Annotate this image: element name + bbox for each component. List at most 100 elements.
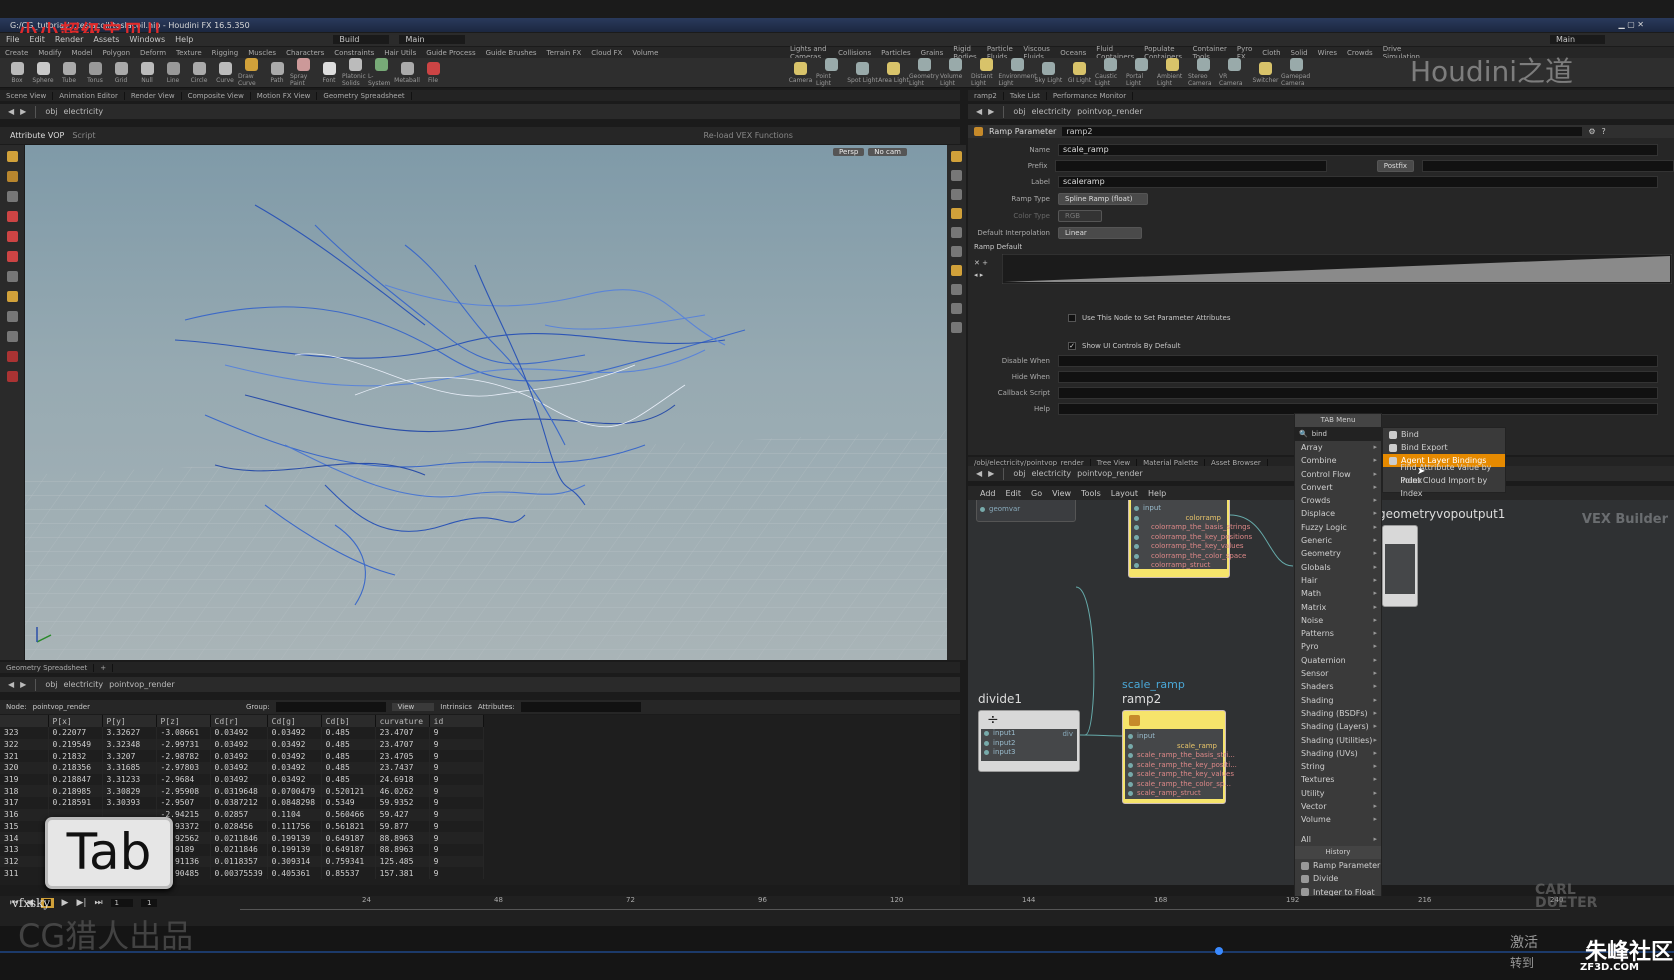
shelf-tool-area-light[interactable]: Area Light <box>878 61 909 84</box>
shelf-tab-oceans[interactable]: Oceans <box>1055 49 1091 57</box>
output-node[interactable] <box>1382 525 1418 607</box>
table-row[interactable]: 319 0.218847 3.31233 -2.9684 0.03492 0.03492 0… <box>0 773 484 786</box>
shelf-tool-line[interactable]: Line <box>160 61 186 84</box>
tab-menu-category-shading-bsdfs[interactable]: Shading (BSDFs) <box>1295 707 1381 721</box>
gear-icon[interactable]: ⚙ <box>1588 127 1595 136</box>
geomvar-output-port[interactable]: geomvar <box>977 505 1075 515</box>
attributes-field[interactable] <box>520 702 641 712</box>
tab-menu-category-volume[interactable]: Volume <box>1295 813 1381 827</box>
persp-menu[interactable]: Persp <box>833 148 865 156</box>
shelf-tool-metaball[interactable]: Metaball <box>394 61 420 84</box>
shelf-tab-modify[interactable]: Modify <box>33 49 66 57</box>
tab-performance-monitor[interactable]: Performance Monitor <box>1047 91 1134 100</box>
ghost-icon[interactable] <box>951 227 962 238</box>
label-field[interactable]: scaleramp <box>1058 176 1658 188</box>
path-pointvop-render[interactable]: pointvop_render <box>1077 107 1143 116</box>
shelf-tool-portal-light[interactable]: Portal Light <box>1126 58 1157 87</box>
callback-field[interactable] <box>1058 387 1658 399</box>
tab-menu-history-divide[interactable]: Divide <box>1295 872 1381 885</box>
tab-menu-category-pyro[interactable]: Pyro <box>1295 640 1381 654</box>
tab-menu-category-generic[interactable]: Generic <box>1295 534 1381 548</box>
help-icon[interactable]: ? <box>1602 127 1606 136</box>
add-tab-icon[interactable]: + <box>94 663 114 672</box>
tab-menu-category-shading-utilities[interactable]: Shading (Utilities) <box>1295 734 1381 748</box>
menu-assets[interactable]: Assets <box>93 35 119 44</box>
tab-geometry-spreadsheet[interactable]: Geometry Spreadsheet <box>0 663 95 672</box>
ramp-port-scale-ramp[interactable]: scale_ramp <box>1125 742 1223 752</box>
tab-menu-history-ramp-parameter[interactable]: Ramp Parameter <box>1295 859 1381 872</box>
prefix-field[interactable] <box>1055 160 1327 172</box>
show-ui-checkbox[interactable]: ✓ <box>1068 342 1076 350</box>
ramp-port-scale-ramp-the-key-values[interactable]: scale_ramp_the_key_values <box>1125 770 1234 780</box>
tab-menu-result-bind-export[interactable]: Bind Export <box>1383 441 1505 454</box>
shelf-tool-switcher[interactable]: Switcher <box>1250 61 1281 84</box>
postfix-field[interactable] <box>1422 160 1674 172</box>
colorramp-port-colorramp-struct[interactable]: colorramp_struct <box>1131 561 1227 571</box>
network-menu-add[interactable]: Add <box>980 489 996 498</box>
shelf-tool-volume-light[interactable]: Volume Light <box>940 58 971 87</box>
network-menu-edit[interactable]: Edit <box>1006 489 1022 498</box>
column-header-index[interactable] <box>0 715 49 727</box>
reload-vex-button[interactable]: Re-load VEX Functions <box>704 131 793 140</box>
shelf-tab-deform[interactable]: Deform <box>135 49 171 57</box>
shelf-tool-point-light[interactable]: Point Light <box>816 58 847 87</box>
camera-menu[interactable]: No cam <box>868 148 907 156</box>
menu-edit[interactable]: Edit <box>29 35 45 44</box>
column-header-p-y[interactable]: P[y] <box>102 715 157 727</box>
view-icon[interactable] <box>6 331 18 342</box>
intrinsics-menu[interactable]: Intrinsics <box>440 703 472 711</box>
shelf-tool-torus[interactable]: Torus <box>82 61 108 84</box>
points-icon[interactable] <box>951 284 962 295</box>
pointer-icon[interactable] <box>6 191 18 202</box>
path-obj[interactable]: obj <box>45 680 57 689</box>
shelf-tool-stereo-camera[interactable]: Stereo Camera <box>1188 58 1219 87</box>
shelf-tool-gi-light[interactable]: GI Light <box>1064 61 1095 84</box>
ramp-port-scale-ramp-the-basis-stri[interactable]: scale_ramp_the_basis_stri... <box>1125 751 1235 761</box>
path-obj[interactable]: obj <box>1013 107 1025 116</box>
view-menu[interactable]: View <box>391 703 435 711</box>
tab-menu-category-quaternion[interactable]: Quaternion <box>1295 654 1381 668</box>
tab-scene-view[interactable]: Scene View <box>0 91 54 100</box>
ramp2-node[interactable]: input scale_ramp scale_ramp_the_basis_stri… <box>1122 710 1237 804</box>
tab-menu-category-noise[interactable]: Noise <box>1295 614 1381 628</box>
ramp-port-scale-ramp-the-color-sp[interactable]: scale_ramp_the_color_sp... <box>1125 780 1231 790</box>
colorramp-port-colorramp-the-key-values[interactable]: colorramp_the_key_values <box>1131 542 1244 552</box>
ramp-port-scale-ramp-struct[interactable]: scale_ramp_struct <box>1125 789 1223 799</box>
shelf-tool-grid[interactable]: Grid <box>108 61 134 84</box>
tab-menu-category-vector[interactable]: Vector <box>1295 800 1381 814</box>
play-icon[interactable]: ▶ <box>62 898 69 908</box>
group-field[interactable] <box>275 702 386 712</box>
param-header-name[interactable]: ramp2 <box>1062 127 1583 136</box>
back-icon[interactable]: ◀ <box>8 680 14 689</box>
shelf-tool-null[interactable]: Null <box>134 61 160 84</box>
tab-ramp2[interactable]: ramp2 <box>968 91 1004 100</box>
shelf-tool-tube[interactable]: Tube <box>56 61 82 84</box>
shelf-tab-solid[interactable]: Solid <box>1286 49 1313 57</box>
ramp-remove-icon[interactable]: ✕ + <box>974 259 1002 267</box>
colorramp-port-colorramp[interactable]: colorramp <box>1131 514 1227 524</box>
shelf-tab-characters[interactable]: Characters <box>281 49 329 57</box>
shelf-tool-camera[interactable]: Camera <box>785 61 816 84</box>
tab-menu-category-array[interactable]: Array <box>1295 441 1381 455</box>
lasso-icon[interactable] <box>6 371 18 382</box>
brush-icon[interactable] <box>6 311 18 322</box>
network-menu-layout[interactable]: Layout <box>1111 489 1138 498</box>
shelf-tool-circle[interactable]: Circle <box>186 61 212 84</box>
guide-icon[interactable] <box>951 322 962 333</box>
path-electricity[interactable]: electricity <box>1032 469 1072 478</box>
normals-icon[interactable] <box>951 303 962 314</box>
menu-file[interactable]: File <box>6 35 19 44</box>
tab-menu-search-input[interactable]: bind <box>1312 430 1327 438</box>
tab-menu-category-displace[interactable]: Displace <box>1295 507 1381 521</box>
main-selector-right[interactable]: Main <box>1550 35 1606 44</box>
geomvar-node[interactable]: geomvar <box>976 500 1076 522</box>
tab-menu-category-sensor[interactable]: Sensor <box>1295 667 1381 681</box>
column-header-id[interactable]: id <box>429 715 484 727</box>
shelf-tool-gamepad-camera[interactable]: Gamepad Camera <box>1281 58 1312 87</box>
timeline-ruler[interactable]: 24 48 72 96 120 144 168 192 216 240 <box>240 896 1563 910</box>
tab-menu-category-string[interactable]: String <box>1295 760 1381 774</box>
column-header-p-x[interactable]: P[x] <box>48 715 103 727</box>
tab-menu-category-combine[interactable]: Combine <box>1295 454 1381 468</box>
path-electricity[interactable]: electricity <box>64 680 104 689</box>
pose-icon[interactable] <box>6 271 18 282</box>
